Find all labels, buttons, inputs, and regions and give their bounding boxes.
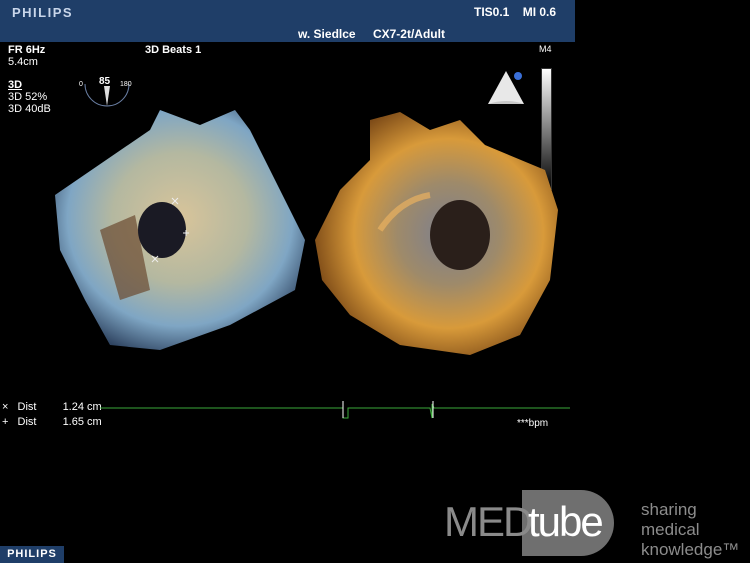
right-3d-render [315,112,558,355]
exam-info: w. Siedlce CX7-2t/Adult [298,27,445,41]
measurement-value: 1.65 cm [62,416,102,428]
tis-value: TIS0.1 [474,5,510,19]
brand-logo: PHILIPS [12,5,74,20]
plus-marker-icon: + [2,416,9,428]
measurement-label: Dist [17,401,37,413]
depth: 5.4cm [8,56,38,68]
tagline-line-3: knowledge™ [641,540,740,559]
left-3d-render [55,110,305,350]
ecg-trace [100,401,570,419]
logo-med-text: MED [444,498,533,545]
medtube-logo: MED tube [444,488,619,560]
cross-marker-icon: × [2,401,9,413]
mode-label: 3D [8,79,23,91]
measurement-value: 1.24 cm [62,401,102,413]
measurement-1: × Dist 1.24 cm [2,401,102,413]
safety-indices: TIS0.1 MI 0.6 [464,5,556,19]
heart-rate: ***bpm [517,418,549,429]
frame-rate: FR 6Hz [8,44,46,56]
dial-max: 180 [120,81,132,88]
dial-min: 0 [79,81,83,88]
measurement-2: + Dist 1.65 cm [2,416,102,428]
footer-brand-logo: PHILIPS [0,546,64,563]
watermark-tagline: sharing medical knowledge™ [641,500,739,560]
dial-value: 85 [99,76,111,87]
grayscale-map-label: M4 [539,44,552,54]
tagline-line-2: medical [641,520,700,539]
beats-label: 3D Beats 1 [145,44,202,56]
mi-value: MI 0.6 [522,5,557,19]
left-orifice [138,202,186,258]
probe-preset: CX7-2t/Adult [372,27,445,41]
header-bar: PHILIPS TIS0.1 MI 0.6 w. Siedlce CX7-2t/… [0,0,575,42]
measurement-label: Dist [17,416,37,428]
echo-3d-views [55,110,558,355]
logo-tube-text: tube [528,498,604,545]
right-orifice [430,200,490,270]
hospital-name: w. Siedlce [298,27,356,41]
tagline-line-1: sharing [641,500,697,519]
